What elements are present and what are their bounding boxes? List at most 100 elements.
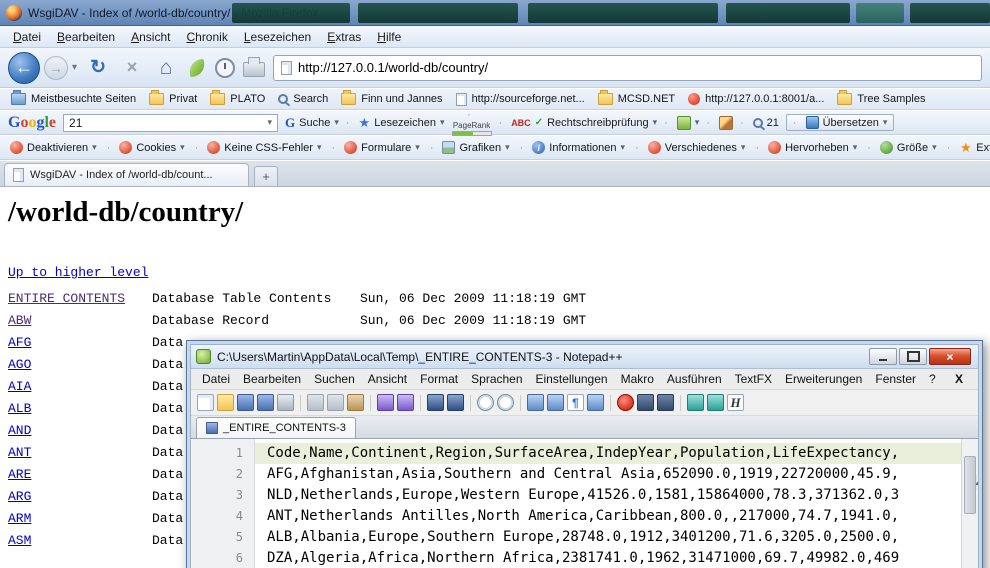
npp-menu-suchen[interactable]: Suchen (308, 371, 361, 387)
scrollbar-thumb[interactable] (964, 456, 976, 514)
replace-icon[interactable] (447, 394, 464, 411)
word-wrap-icon[interactable] (547, 394, 564, 411)
line-text[interactable]: NLD,Netherlands,Europe,Western Europe,41… (255, 485, 961, 506)
zoom-in-icon[interactable] (477, 394, 494, 411)
webdev-verschiedenes[interactable]: Verschiedenes▾ (631, 141, 749, 154)
save-all-icon[interactable] (257, 394, 274, 411)
menu-datei[interactable]: Datei (6, 28, 48, 46)
entry-link[interactable]: AGO (8, 354, 152, 376)
npp-menu-textfx[interactable]: TextFX (729, 371, 778, 387)
webdev-extras[interactable]: ★Extras▾ (943, 141, 990, 154)
run-macro-multiple-icon[interactable] (657, 394, 674, 411)
webdev-cookies[interactable]: Cookies▾ (103, 141, 189, 154)
play-macro-icon[interactable] (637, 394, 654, 411)
search-dropdown-icon[interactable]: ▾ (267, 117, 272, 128)
plugin-icon[interactable] (687, 394, 704, 411)
print-icon[interactable] (277, 394, 294, 411)
npp-menu-format[interactable]: Format (414, 371, 464, 387)
bookmark-localhost-8001[interactable]: http://127.0.0.1:8001/a... (683, 93, 829, 105)
entry-link[interactable]: AIA (8, 376, 152, 398)
entry-link[interactable]: ENTIRE CONTENTS (8, 288, 152, 310)
spellcheck-button[interactable]: ABC ✓ Rechtschreibprüfung ▾ (499, 117, 658, 129)
forward-button[interactable]: → (44, 56, 68, 80)
google-bookmarks-button[interactable]: ★ Lesezeichen ▾ (346, 115, 445, 131)
stop-button[interactable]: × (119, 55, 145, 81)
record-macro-icon[interactable] (617, 394, 634, 411)
editor-area[interactable]: 1Code,Name,Continent,Region,SurfaceArea,… (191, 439, 978, 568)
webdev-deaktivieren[interactable]: Deaktivieren▾ (6, 141, 101, 154)
npp-menu-fenster[interactable]: Fenster (869, 371, 922, 387)
vertical-scrollbar[interactable] (961, 439, 978, 568)
bookmark-privat[interactable]: Privat (144, 93, 202, 105)
menu-ansicht[interactable]: Ansicht (124, 28, 177, 46)
line-text[interactable]: AFG,Afghanistan,Asia,Southern and Centra… (255, 464, 961, 485)
minimize-button[interactable] (869, 348, 897, 365)
npp-menu-makro[interactable]: Makro (615, 371, 660, 387)
npp-menu-help[interactable]: ? (923, 371, 942, 387)
entry-link[interactable]: ASM (8, 530, 152, 552)
feather-button[interactable] (187, 58, 207, 78)
bookmark-meistbesuchte[interactable]: Meistbesuchte Seiten (6, 93, 141, 105)
refresh-button[interactable]: ↻ (85, 55, 111, 81)
npp-menu-datei[interactable]: Datei (196, 371, 236, 387)
line-text[interactable]: ANT,Netherlands Antilles,North America,C… (255, 506, 961, 527)
bookmark-plato[interactable]: PLATO (205, 93, 270, 105)
up-to-higher-level-link[interactable]: Up to higher level (8, 265, 148, 280)
history-clock-button[interactable] (215, 58, 235, 78)
menu-hilfe[interactable]: Hilfe (370, 28, 408, 46)
translate-button[interactable]: Übersetzen ▾ (786, 114, 894, 131)
indent-guide-icon[interactable] (587, 394, 604, 411)
zoom-out-icon[interactable] (497, 394, 514, 411)
bookmark-finn-und-jannes[interactable]: Finn und Jannes (336, 93, 447, 105)
menu-bearbeiten[interactable]: Bearbeiten (50, 28, 122, 46)
google-search-input[interactable]: 21 ▾ (63, 114, 278, 132)
npp-menu-ansicht[interactable]: Ansicht (362, 371, 413, 387)
find-icon[interactable] (427, 394, 444, 411)
webdev-formulare[interactable]: Formulare▾ (327, 141, 423, 154)
notepadpp-titlebar[interactable]: C:\Users\Martin\AppData\Local\Temp\_ENTI… (191, 345, 978, 369)
document-tab[interactable]: _ENTIRE_CONTENTS-3 (196, 417, 356, 438)
menu-lesezeichen[interactable]: Lesezeichen (237, 28, 318, 46)
print-button[interactable] (243, 62, 265, 77)
entry-link[interactable]: AFG (8, 332, 152, 354)
edit-button[interactable] (706, 116, 733, 130)
autofill-button[interactable]: ▾ (664, 116, 699, 130)
webdev-css-fehler[interactable]: Keine CSS-Fehler▾ (191, 141, 326, 154)
home-button[interactable]: ⌂ (153, 55, 179, 81)
bookmark-search[interactable]: Search (273, 93, 333, 105)
url-text[interactable]: http://127.0.0.1/world-db/country/ (298, 60, 488, 75)
highlight-count[interactable]: 21 (740, 117, 779, 129)
history-dropdown-icon[interactable]: ▾ (72, 62, 77, 73)
entry-link[interactable]: ALB (8, 398, 152, 420)
entry-link[interactable]: ARG (8, 486, 152, 508)
hex-view-icon[interactable]: H (727, 394, 744, 411)
webdev-hervorheben[interactable]: Hervorheben▾ (751, 141, 861, 154)
bookmark-tree-samples[interactable]: Tree Samples (832, 93, 930, 105)
npp-menu-einstellungen[interactable]: Einstellungen (530, 371, 614, 387)
line-text[interactable]: DZA,Algeria,Africa,Northern Africa,23817… (255, 548, 961, 568)
new-file-icon[interactable] (197, 394, 214, 411)
bookmark-mcsd[interactable]: MCSD.NET (593, 93, 680, 105)
pagerank-widget[interactable]: PageRank (452, 109, 492, 136)
show-all-characters-icon[interactable]: ¶ (567, 394, 584, 411)
undo-icon[interactable] (377, 394, 394, 411)
line-text[interactable]: ALB,Albania,Europe,Southern Europe,28748… (255, 527, 961, 548)
entry-link[interactable]: ANT (8, 442, 152, 464)
webdev-grafiken[interactable]: Grafiken▾ (426, 141, 514, 154)
back-button[interactable]: ← (8, 52, 40, 84)
copy-icon[interactable] (327, 394, 344, 411)
npp-menu-ausfuehren[interactable]: Ausführen (661, 371, 728, 387)
menu-chronik[interactable]: Chronik (179, 28, 234, 46)
webdev-groesse[interactable]: Größe▾ (863, 141, 940, 154)
plugin-icon[interactable] (707, 394, 724, 411)
entry-link[interactable]: ABW (8, 310, 152, 332)
npp-menu-close-x[interactable]: X (949, 371, 973, 387)
npp-menu-erweiterungen[interactable]: Erweiterungen (779, 371, 868, 387)
webdev-informationen[interactable]: iInformationen▾ (516, 141, 629, 154)
new-tab-button[interactable]: + (254, 166, 278, 186)
url-bar[interactable]: http://127.0.0.1/world-db/country/ (273, 55, 982, 81)
tab-wsgidav[interactable]: WsgiDAV - Index of /world-db/count... (4, 163, 249, 186)
google-search-button[interactable]: G Suche ▾ (285, 115, 339, 131)
line-text[interactable]: Code,Name,Continent,Region,SurfaceArea,I… (255, 443, 961, 464)
npp-menu-bearbeiten[interactable]: Bearbeiten (237, 371, 307, 387)
